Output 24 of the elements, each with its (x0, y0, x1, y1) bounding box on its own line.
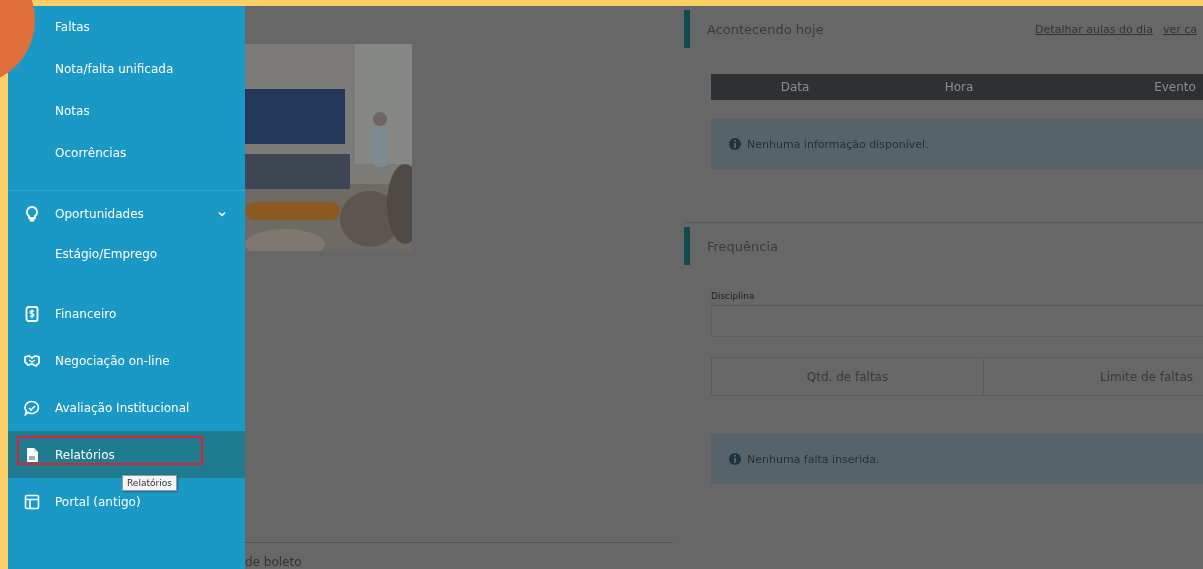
layout-icon (24, 493, 40, 510)
tooltip: Relatórios (122, 475, 177, 491)
field-label: Disciplina (711, 291, 756, 301)
sidebar-item[interactable]: Nota/falta unificada (55, 48, 174, 90)
sidebar-item[interactable]: Estágio/Emprego (55, 237, 158, 271)
column-header: Data (779, 80, 811, 94)
document-icon (24, 446, 40, 463)
info-icon (727, 451, 743, 467)
sidebar-item[interactable]: Financeiro (8, 290, 245, 337)
panel-accent-bar (684, 10, 690, 48)
sidebar-item[interactable]: Negociação on-line (8, 337, 245, 384)
column-header: Evento (1153, 80, 1197, 94)
info-icon (727, 136, 743, 152)
bulb-icon (24, 206, 40, 222)
alert-text: Nenhuma informação disponível. (747, 137, 929, 151)
panel-accent-bar (684, 227, 690, 265)
sidebar-item[interactable]: Notas (55, 90, 90, 132)
receipt-icon (24, 305, 40, 322)
chat-check-icon (24, 399, 40, 416)
sidebar-item[interactable]: Ocorrências (55, 132, 127, 174)
sidebar-item[interactable]: Avaliação Institucional (8, 384, 245, 431)
handshake-icon (24, 352, 40, 369)
sidebar-item[interactable]: Faltas (55, 6, 90, 48)
column-header: Hora (943, 80, 975, 94)
